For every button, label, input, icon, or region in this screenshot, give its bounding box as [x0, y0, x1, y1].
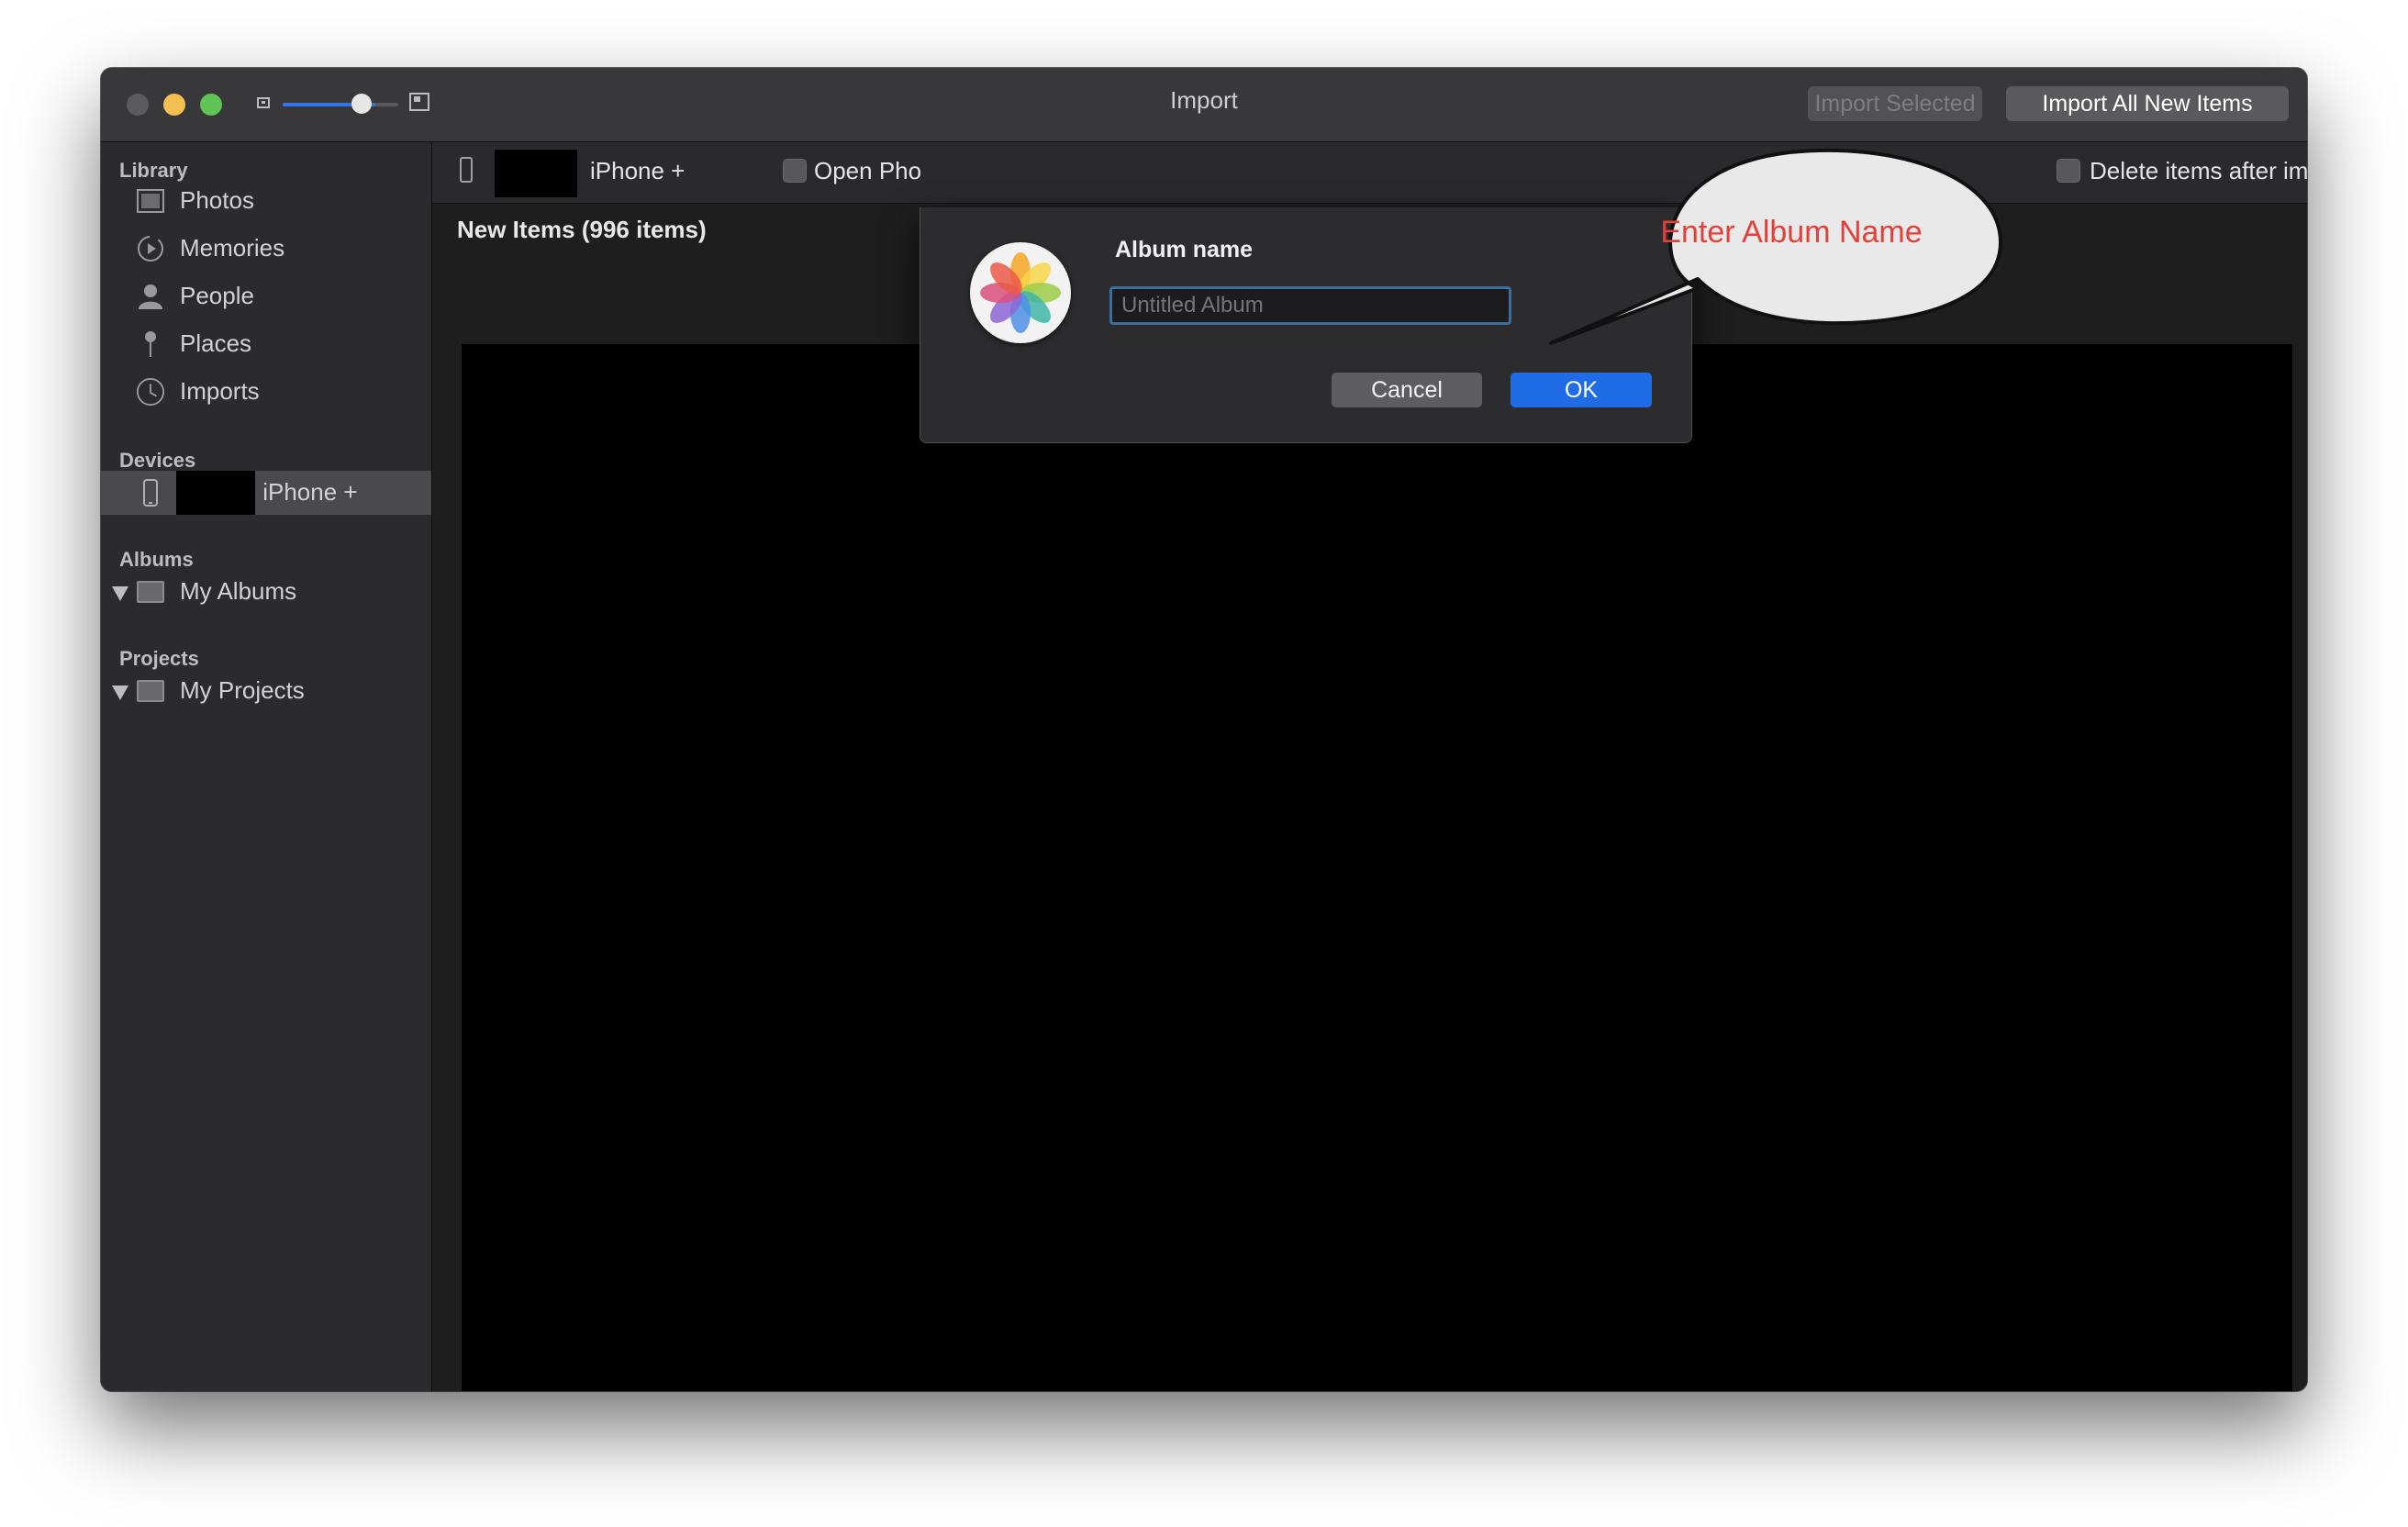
import-selected-button[interactable]: Import Selected	[1808, 86, 1982, 121]
import-all-new-items-button[interactable]: Import All New Items	[2006, 86, 2289, 121]
iphone-icon	[460, 157, 473, 183]
photos-app-icon	[970, 242, 1071, 343]
disclosure-triangle-icon[interactable]	[112, 586, 128, 601]
folder-icon	[136, 577, 165, 607]
photos-icon	[136, 186, 165, 216]
device-name-label: iPhone +	[590, 157, 686, 184]
places-icon	[136, 329, 165, 359]
ok-button[interactable]: OK	[1511, 373, 1652, 407]
people-icon	[136, 282, 165, 311]
sidebar-item-label: Memories	[180, 234, 285, 262]
projects-section-header: Projects	[119, 647, 199, 670]
sidebar-item-places[interactable]: Places	[101, 322, 431, 366]
annotation-text: Enter Album Name	[1660, 215, 1923, 250]
cancel-button[interactable]: Cancel	[1332, 373, 1482, 407]
sidebar-item-my-albums[interactable]: My Albums	[101, 570, 431, 614]
sidebar-item-label: My Albums	[180, 577, 297, 605]
sidebar-item-label: My Projects	[180, 676, 305, 704]
redacted-name	[495, 150, 577, 197]
sidebar-item-label: Imports	[180, 377, 260, 405]
albums-section-header: Albums	[119, 548, 194, 571]
sidebar-item-photos[interactable]: Photos	[101, 179, 431, 223]
sidebar-item-people[interactable]: People	[101, 274, 431, 318]
import-window: Import Import Selected Import All New It…	[101, 68, 2307, 1391]
sidebar-item-label: s iPhone +	[244, 478, 358, 506]
title-bar: Import Import Selected Import All New It…	[101, 68, 2307, 142]
annotation-callout	[1549, 148, 2002, 345]
new-items-title: New Items (996 items)	[457, 216, 707, 243]
sidebar-item-imports[interactable]: Imports	[101, 370, 431, 414]
sidebar: Library Photos Memories People Places Im…	[101, 142, 432, 1391]
sidebar-item-memories[interactable]: Memories	[101, 227, 431, 271]
photo-grid[interactable]	[462, 344, 2292, 1391]
iphone-icon	[136, 478, 165, 507]
sidebar-item-my-projects[interactable]: My Projects	[101, 669, 431, 713]
delete-after-import-checkbox[interactable]	[2057, 159, 2080, 183]
sidebar-item-iphone[interactable]: s iPhone +	[101, 471, 431, 515]
devices-section-header: Devices	[119, 449, 196, 472]
disclosure-triangle-icon[interactable]	[112, 685, 128, 700]
sidebar-item-label: People	[180, 282, 254, 309]
redacted-name	[176, 471, 255, 515]
delete-after-import-label: Delete items after import	[2090, 157, 2307, 184]
folder-icon	[136, 676, 165, 706]
album-name-label: Album name	[1115, 237, 1254, 262]
sidebar-item-label: Photos	[180, 186, 254, 214]
imports-icon	[136, 377, 165, 407]
album-name-input[interactable]	[1109, 286, 1511, 325]
sidebar-item-label: Places	[180, 329, 252, 357]
open-photos-label: Open Pho	[814, 157, 922, 184]
memories-icon	[136, 234, 165, 263]
open-photos-checkbox[interactable]	[783, 159, 807, 183]
